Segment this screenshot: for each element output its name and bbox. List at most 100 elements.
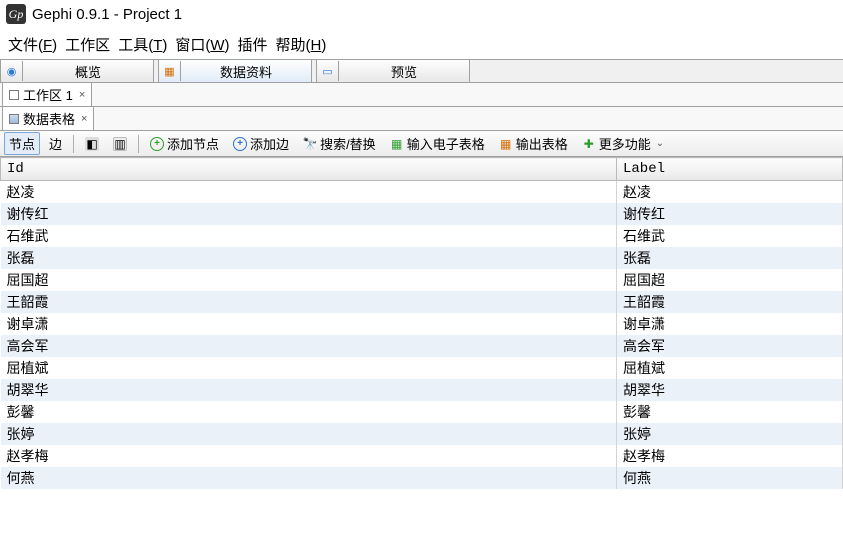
table-row[interactable]: 张磊张磊 xyxy=(1,247,843,269)
cell-id[interactable]: 赵凌 xyxy=(1,181,617,204)
cell-id[interactable]: 张磊 xyxy=(1,247,617,269)
columns-icon: ▥ xyxy=(113,137,127,151)
configure-button[interactable]: ◧ xyxy=(80,135,104,153)
cell-label[interactable]: 谢传红 xyxy=(617,203,843,225)
edges-tab[interactable]: 边 xyxy=(44,132,67,155)
view-tab-overview-label: 概览 xyxy=(23,62,153,81)
plus-icon: + xyxy=(150,137,164,151)
toolbar: 节点 边 ◧ ▥ + 添加节点 + 添加边 🔭 搜索/替换 ▦ 输入电子表格 ▦… xyxy=(0,131,843,157)
table-row[interactable]: 屈植斌屈植斌 xyxy=(1,357,843,379)
panel-tab-datatable[interactable]: 数据表格 × xyxy=(2,106,94,130)
more-label: 更多功能 xyxy=(599,134,651,153)
cell-id[interactable]: 石维武 xyxy=(1,225,617,247)
app-title: Gephi 0.9.1 - Project 1 xyxy=(32,6,182,23)
menu-tools[interactable]: 工具(T) xyxy=(116,34,169,55)
cell-label[interactable]: 彭馨 xyxy=(617,401,843,423)
cell-id[interactable]: 高会军 xyxy=(1,335,617,357)
more-actions-button[interactable]: ✚ 更多功能 ⌄ xyxy=(577,132,669,155)
add-node-label: 添加节点 xyxy=(167,134,219,153)
close-icon[interactable]: × xyxy=(81,113,87,125)
export-label: 输出表格 xyxy=(516,134,568,153)
cell-label[interactable]: 屈国超 xyxy=(617,269,843,291)
cell-label[interactable]: 高会军 xyxy=(617,335,843,357)
menu-help[interactable]: 帮助(H) xyxy=(274,34,329,55)
separator xyxy=(138,135,139,153)
add-node-button[interactable]: + 添加节点 xyxy=(145,132,224,155)
config-icon: ◧ xyxy=(85,137,99,151)
table-row[interactable]: 王韶霞王韶霞 xyxy=(1,291,843,313)
cell-label[interactable]: 张磊 xyxy=(617,247,843,269)
datatable-icon xyxy=(9,114,19,124)
column-header-id[interactable]: Id xyxy=(1,158,617,181)
workspace-icon xyxy=(9,90,19,100)
import-label: 输入电子表格 xyxy=(407,134,485,153)
cell-label[interactable]: 何燕 xyxy=(617,467,843,489)
cell-id[interactable]: 张婷 xyxy=(1,423,617,445)
table-row[interactable]: 屈国超屈国超 xyxy=(1,269,843,291)
monitor-icon: ▭ xyxy=(317,61,339,81)
cell-label[interactable]: 张婷 xyxy=(617,423,843,445)
columns-button[interactable]: ▥ xyxy=(108,135,132,153)
table-row[interactable]: 谢卓潇谢卓潇 xyxy=(1,313,843,335)
cell-label[interactable]: 赵凌 xyxy=(617,181,843,204)
view-tab-preview-label: 预览 xyxy=(339,62,469,81)
table-row[interactable]: 石维武石维武 xyxy=(1,225,843,247)
table-icon: ▦ xyxy=(159,61,181,81)
workspace-tabs: 工作区 1 × xyxy=(0,83,843,107)
cell-label[interactable]: 谢卓潇 xyxy=(617,313,843,335)
cell-label[interactable]: 王韶霞 xyxy=(617,291,843,313)
menu-plugins[interactable]: 插件 xyxy=(236,34,270,55)
table-row[interactable]: 彭馨彭馨 xyxy=(1,401,843,423)
spreadsheet-in-icon: ▦ xyxy=(390,137,404,151)
view-tab-datalab-label: 数据资料 xyxy=(181,62,311,81)
cell-id[interactable]: 屈植斌 xyxy=(1,357,617,379)
cell-label[interactable]: 石维武 xyxy=(617,225,843,247)
cell-id[interactable]: 彭馨 xyxy=(1,401,617,423)
nodes-tab[interactable]: 节点 xyxy=(4,132,40,155)
cell-label[interactable]: 屈植斌 xyxy=(617,357,843,379)
workspace-tab-label: 工作区 1 xyxy=(23,85,73,104)
cell-id[interactable]: 谢卓潇 xyxy=(1,313,617,335)
table-row[interactable]: 胡翠华胡翠华 xyxy=(1,379,843,401)
cell-label[interactable]: 胡翠华 xyxy=(617,379,843,401)
table-row[interactable]: 何燕何燕 xyxy=(1,467,843,489)
table-row[interactable]: 谢传红谢传红 xyxy=(1,203,843,225)
add-edge-button[interactable]: + 添加边 xyxy=(228,132,294,155)
cell-id[interactable]: 王韶霞 xyxy=(1,291,617,313)
table-row[interactable]: 赵凌赵凌 xyxy=(1,181,843,204)
table-row[interactable]: 赵孝梅赵孝梅 xyxy=(1,445,843,467)
column-header-label[interactable]: Label xyxy=(617,158,843,181)
panel-tab-label: 数据表格 xyxy=(23,109,75,128)
view-tab-preview[interactable]: ▭ 预览 xyxy=(316,60,470,82)
search-replace-button[interactable]: 🔭 搜索/替换 xyxy=(298,132,381,155)
cell-id[interactable]: 谢传红 xyxy=(1,203,617,225)
cell-id[interactable]: 胡翠华 xyxy=(1,379,617,401)
workspace-tab-1[interactable]: 工作区 1 × xyxy=(2,82,92,106)
menu-file[interactable]: 文件(F) xyxy=(6,34,59,55)
export-table-button[interactable]: ▦ 输出表格 xyxy=(494,132,573,155)
menu-workspace[interactable]: 工作区 xyxy=(63,34,112,55)
binoculars-icon: 🔭 xyxy=(303,137,317,151)
title-bar: Gp Gephi 0.9.1 - Project 1 xyxy=(0,0,843,28)
close-icon[interactable]: × xyxy=(79,89,85,101)
menu-bar: 文件(F) 工作区 工具(T) 窗口(W) 插件 帮助(H) xyxy=(0,28,843,59)
import-spreadsheet-button[interactable]: ▦ 输入电子表格 xyxy=(385,132,490,155)
panel-tabs: 数据表格 × xyxy=(0,107,843,131)
menu-window[interactable]: 窗口(W) xyxy=(173,34,231,55)
app-logo-icon: Gp xyxy=(6,4,26,24)
spreadsheet-out-icon: ▦ xyxy=(499,137,513,151)
cell-id[interactable]: 何燕 xyxy=(1,467,617,489)
view-tab-overview[interactable]: ◉ 概览 xyxy=(0,60,154,82)
separator xyxy=(73,135,74,153)
search-label: 搜索/替换 xyxy=(320,134,376,153)
add-edge-label: 添加边 xyxy=(250,134,289,153)
chevron-down-icon: ⌄ xyxy=(656,138,664,149)
view-tab-datalab[interactable]: ▦ 数据资料 xyxy=(158,60,312,82)
cell-id[interactable]: 屈国超 xyxy=(1,269,617,291)
cell-id[interactable]: 赵孝梅 xyxy=(1,445,617,467)
data-table[interactable]: Id Label 赵凌赵凌谢传红谢传红石维武石维武张磊张磊屈国超屈国超王韶霞王韶… xyxy=(0,157,843,489)
table-row[interactable]: 高会军高会军 xyxy=(1,335,843,357)
cell-label[interactable]: 赵孝梅 xyxy=(617,445,843,467)
plus-icon: + xyxy=(233,137,247,151)
table-row[interactable]: 张婷张婷 xyxy=(1,423,843,445)
